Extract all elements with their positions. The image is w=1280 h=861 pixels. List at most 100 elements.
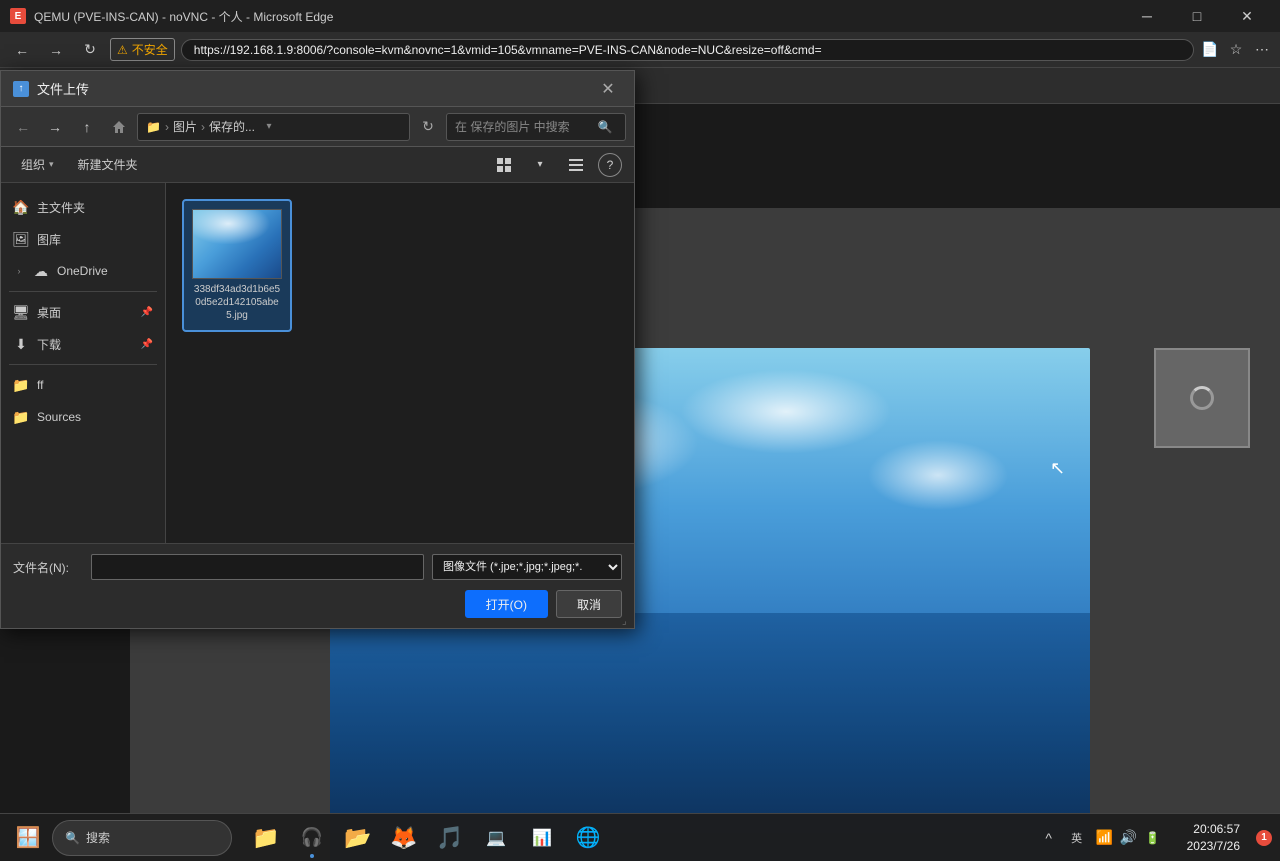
search-icon-taskbar: 🔍 <box>65 831 80 845</box>
tray-sound-icon[interactable]: 🔊 <box>1119 828 1139 848</box>
taskbar-app-terminal[interactable]: 💻 <box>474 816 518 860</box>
thumbnail-panel <box>1154 348 1250 448</box>
dialog-breadcrumb[interactable]: 📁 › 图片 › 保存的... ▾ <box>137 113 410 141</box>
dialog-refresh-button[interactable]: ↻ <box>414 113 442 141</box>
taskbar-app-folder2[interactable]: 📂 <box>336 816 380 860</box>
browser-toolbar: ← → ↻ ⚠ 不安全 https://192.168.1.9:8006/?co… <box>0 32 1280 68</box>
sidebar-section-pinned: 🖥 桌面 📌 ⬇ 下载 📌 <box>1 296 165 360</box>
sidebar-item-ff-label: ff <box>37 378 43 392</box>
sidebar-item-gallery[interactable]: 🖼 图库 <box>1 223 165 255</box>
tray-network-icon[interactable]: 📶 <box>1095 828 1115 848</box>
maximize-button[interactable]: □ <box>1174 0 1220 32</box>
dialog-toolbar: 组织 ▾ 新建文件夹 ▾ ? <box>1 147 634 183</box>
dialog-title: 文件上传 <box>37 79 586 98</box>
taskbar-app-music[interactable]: 🎵 <box>428 816 472 860</box>
notification-badge[interactable]: 1 <box>1256 830 1272 846</box>
sidebar-item-ff[interactable]: 📁 ff <box>1 369 165 401</box>
dialog-sidebar: 🏠 主文件夹 🖼 图库 › ☁ OneDrive 🖥 桌面 📌 <box>1 183 166 543</box>
view-dropdown-button[interactable]: ▾ <box>526 151 554 179</box>
dialog-resize-handle[interactable]: ⌟ <box>622 616 634 628</box>
sidebar-item-onedrive[interactable]: › ☁ OneDrive <box>1 255 165 287</box>
taskbar-search-label: 搜索 <box>86 829 110 846</box>
taskbar-app-headset[interactable]: 🎧 <box>290 816 334 860</box>
breadcrumb-part2: 保存的... <box>209 118 255 135</box>
file-upload-dialog: ↑ 文件上传 ✕ ← → ↑ 📁 › 图片 › 保存的... ▾ ↻ 在 保存的… <box>0 70 635 629</box>
sidebar-item-sources-label: Sources <box>37 410 81 424</box>
downloads-pin-icon: 📌 <box>141 339 153 350</box>
start-button[interactable]: 🪟 <box>8 818 48 858</box>
dialog-back-button[interactable]: ← <box>9 113 37 141</box>
dialog-body: 🏠 主文件夹 🖼 图库 › ☁ OneDrive 🖥 桌面 📌 <box>1 183 634 543</box>
breadcrumb-home-icon: 📁 <box>146 120 161 134</box>
reader-mode-icon[interactable]: 📄 <box>1200 40 1220 60</box>
back-button[interactable]: ← <box>8 36 36 64</box>
dialog-close-button[interactable]: ✕ <box>594 75 622 103</box>
sidebar-section-main: 🏠 主文件夹 🖼 图库 › ☁ OneDrive <box>1 191 165 287</box>
onedrive-expand-icon: › <box>13 265 25 277</box>
taskbar: 🪟 🔍 搜索 📁 🎧 📂 🦊 🎵 💻 📊 🌐 ^ 英 📶 🔊 🔋 20:06:5… <box>0 813 1280 861</box>
taskbar-app-files[interactable]: 📁 <box>244 816 288 860</box>
ff-folder-icon: 📁 <box>13 377 29 393</box>
favorites-icon[interactable]: ☆ <box>1226 40 1246 60</box>
sidebar-item-desktop-label: 桌面 <box>37 304 61 321</box>
dialog-title-bar: ↑ 文件上传 ✕ <box>1 71 634 107</box>
dialog-icon: ↑ <box>13 81 29 97</box>
search-icon[interactable]: 🔍 <box>593 115 617 139</box>
open-button[interactable]: 打开(O) <box>465 590 548 618</box>
taskbar-app-monitor[interactable]: 📊 <box>520 816 564 860</box>
sidebar-item-home[interactable]: 🏠 主文件夹 <box>1 191 165 223</box>
cancel-button[interactable]: 取消 <box>556 590 622 618</box>
dialog-up-button[interactable]: ↑ <box>73 113 101 141</box>
sidebar-divider-2 <box>9 364 157 365</box>
close-button[interactable]: ✕ <box>1224 0 1270 32</box>
action-row: 打开(O) 取消 <box>13 590 622 618</box>
clock-time: 20:06:57 <box>1187 821 1240 838</box>
browser-menu-icon[interactable]: ⋯ <box>1252 40 1272 60</box>
help-button[interactable]: ? <box>598 153 622 177</box>
view-toggle-button[interactable] <box>490 151 518 179</box>
tray-expand-icon[interactable]: ^ <box>1039 828 1059 848</box>
organize-button[interactable]: 组织 ▾ <box>13 153 62 176</box>
tray-battery-icon[interactable]: 🔋 <box>1143 828 1163 848</box>
url-bar[interactable]: https://192.168.1.9:8006/?console=kvm&no… <box>181 39 1194 61</box>
browser-title-bar: E QEMU (PVE-INS-CAN) - noVNC - 个人 - Micr… <box>0 0 1280 32</box>
new-folder-button[interactable]: 新建文件夹 <box>70 153 146 176</box>
dialog-nav-bar: ← → ↑ 📁 › 图片 › 保存的... ▾ ↻ 在 保存的图片 中搜索 🔍 <box>1 107 634 147</box>
view-list-button[interactable] <box>562 151 590 179</box>
taskbar-clock[interactable]: 20:06:57 2023/7/26 <box>1179 821 1248 855</box>
dialog-bottom: 文件名(N): 图像文件 (*.jpe;*.jpg;*.jpeg;*. 打开(O… <box>1 543 634 628</box>
refresh-button[interactable]: ↻ <box>76 36 104 64</box>
filetype-select[interactable]: 图像文件 (*.jpe;*.jpg;*.jpeg;*. <box>432 554 622 580</box>
sidebar-item-desktop[interactable]: 🖥 桌面 📌 <box>1 296 165 328</box>
taskbar-apps: 📁 🎧 📂 🦊 🎵 💻 📊 🌐 <box>244 816 610 860</box>
gallery-icon: 🖼 <box>13 231 29 247</box>
home-icon: 🏠 <box>13 199 29 215</box>
sidebar-item-downloads[interactable]: ⬇ 下载 📌 <box>1 328 165 360</box>
sidebar-item-downloads-label: 下载 <box>37 336 61 353</box>
dialog-forward-button[interactable]: → <box>41 113 69 141</box>
file-grid: 338df34ad3d1b6e50d5e2d142105abe5.jpg <box>182 199 618 332</box>
dialog-home-button[interactable] <box>105 113 133 141</box>
sidebar-section-folders: 📁 ff 📁 Sources <box>1 369 165 433</box>
sidebar-item-sources[interactable]: 📁 Sources <box>1 401 165 433</box>
filename-input[interactable] <box>91 554 424 580</box>
forward-button[interactable]: → <box>42 36 70 64</box>
filename-row: 文件名(N): 图像文件 (*.jpe;*.jpg;*.jpeg;*. <box>13 554 622 580</box>
sidebar-item-gallery-label: 图库 <box>37 231 61 248</box>
file-item[interactable]: 338df34ad3d1b6e50d5e2d142105abe5.jpg <box>182 199 292 332</box>
breadcrumb-arrow1: › <box>165 120 169 134</box>
downloads-icon: ⬇ <box>13 336 29 352</box>
breadcrumb-dropdown-icon[interactable]: ▾ <box>259 117 279 137</box>
dialog-search-bar[interactable]: 在 保存的图片 中搜索 🔍 <box>446 113 626 141</box>
security-warning: ⚠ 不安全 <box>110 38 175 61</box>
taskbar-search[interactable]: 🔍 搜索 <box>52 820 232 856</box>
tray-lang-icon[interactable]: 英 <box>1063 828 1091 848</box>
sources-folder-icon: 📁 <box>13 409 29 425</box>
taskbar-app-firefox[interactable]: 🦊 <box>382 816 426 860</box>
file-name: 338df34ad3d1b6e50d5e2d142105abe5.jpg <box>192 283 282 322</box>
taskbar-tray: ^ 英 📶 🔊 🔋 <box>1031 828 1171 848</box>
warning-text: 不安全 <box>132 41 168 58</box>
taskbar-app-edge[interactable]: 🌐 <box>566 816 610 860</box>
minimize-button[interactable]: ─ <box>1124 0 1170 32</box>
dialog-file-area[interactable]: 338df34ad3d1b6e50d5e2d142105abe5.jpg <box>166 183 634 543</box>
